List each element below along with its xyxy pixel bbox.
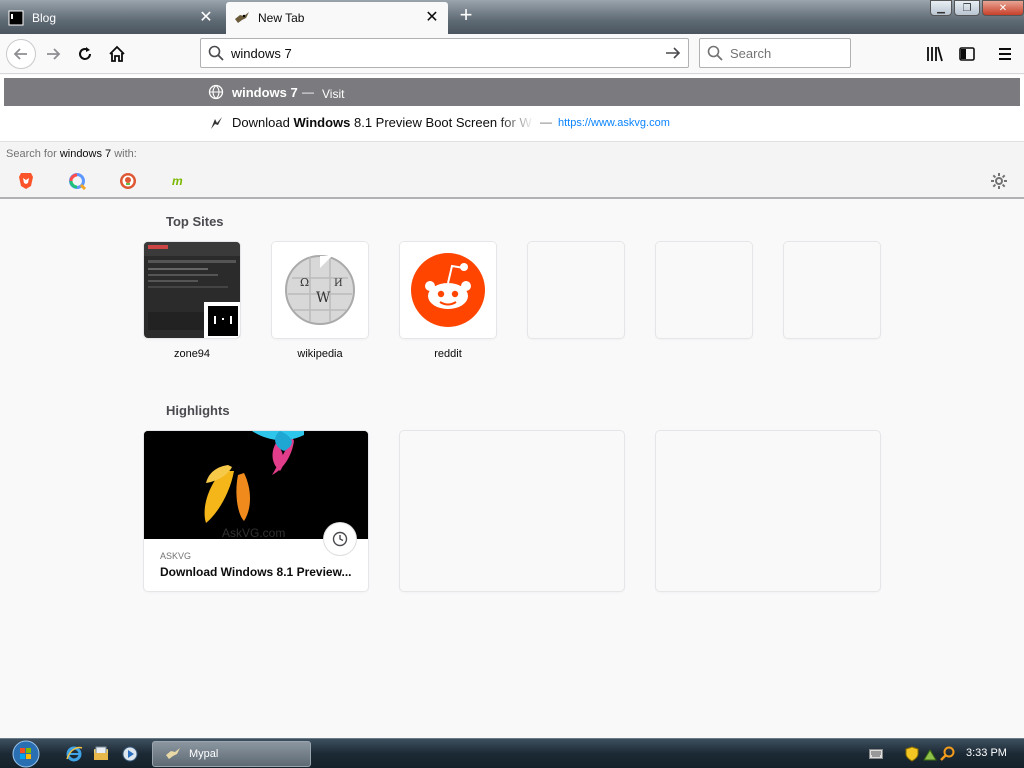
close-tab-icon[interactable]: ✕ xyxy=(424,10,440,26)
one-off-header: Search for windows 7 with: xyxy=(6,148,137,160)
new-tab-button[interactable]: + xyxy=(454,4,478,28)
bird-icon xyxy=(208,115,224,134)
zone94-screenshot xyxy=(144,242,240,338)
highlight-empty-slot xyxy=(656,431,880,591)
globe-icon xyxy=(208,84,224,103)
reload-icon xyxy=(79,47,91,60)
tab-strip: Blog ✕ New Tab ✕ + ▁ ❐ ✕ xyxy=(0,0,1024,34)
taskbar: Mypal 3:33 PM xyxy=(0,738,1024,768)
search-input[interactable] xyxy=(730,45,840,61)
library-icon xyxy=(927,46,943,62)
network-icon[interactable] xyxy=(922,746,938,762)
svg-text:Ω: Ω xyxy=(300,276,309,289)
tab-label: Blog xyxy=(32,11,57,25)
home-icon xyxy=(109,45,125,62)
clock-icon xyxy=(324,523,356,555)
qwant-icon[interactable] xyxy=(66,170,88,192)
suggestion-history-row[interactable]: Download Windows 8.1 Preview Boot Screen… xyxy=(0,109,1024,137)
reddit-icon xyxy=(400,242,496,338)
suggestion-url: https://www.askvg.com xyxy=(558,117,670,129)
top-site-tile-reddit[interactable] xyxy=(400,242,496,338)
start-button[interactable] xyxy=(8,740,44,768)
navigation-bar xyxy=(0,34,1024,74)
suggestion-separator: — xyxy=(540,115,552,129)
top-site-empty-slot[interactable] xyxy=(656,242,752,338)
system-clock[interactable]: 3:33 PM xyxy=(966,747,1007,759)
svg-text:m: m xyxy=(172,174,183,188)
minimize-button[interactable]: ▁ xyxy=(930,0,952,16)
close-window-button[interactable]: ✕ xyxy=(982,0,1024,16)
highlight-card-askvg[interactable]: AskVG.com ASKVG Download Windows 8.1 Pre… xyxy=(144,431,368,591)
url-suggestions-popup: windows 7 — Visit Download Windows 8.1 P… xyxy=(0,75,1024,199)
reload-button[interactable] xyxy=(70,39,100,69)
magnifier-icon[interactable] xyxy=(940,746,956,762)
sidebar-icon xyxy=(959,47,975,61)
task-label: Mypal xyxy=(189,748,219,760)
explorer-folder-icon[interactable] xyxy=(91,744,111,764)
search-icon xyxy=(201,45,231,61)
highlight-source: ASKVG xyxy=(160,551,192,561)
menu-button[interactable] xyxy=(990,39,1020,69)
back-button[interactable] xyxy=(6,39,36,69)
terminal-icon xyxy=(8,10,24,26)
top-site-empty-slot[interactable] xyxy=(528,242,624,338)
go-arrow-icon[interactable] xyxy=(658,45,688,61)
bird-icon xyxy=(234,10,250,26)
one-off-search-bar: Search for windows 7 with: m xyxy=(0,141,1024,197)
hamburger-menu-icon xyxy=(999,48,1011,60)
top-site-label: wikipedia xyxy=(297,348,343,360)
home-button[interactable] xyxy=(102,39,132,69)
sidebar-button[interactable] xyxy=(952,39,982,69)
maximize-button[interactable]: ❐ xyxy=(954,0,980,16)
top-site-empty-slot[interactable] xyxy=(784,242,880,338)
top-sites-heading: Top Sites xyxy=(166,214,224,229)
highlights-heading: Highlights xyxy=(166,403,230,418)
forward-arrow-icon xyxy=(47,48,61,60)
forward-button[interactable] xyxy=(38,39,68,69)
suggestion-separator: — xyxy=(302,85,314,99)
search-settings-gear-icon[interactable] xyxy=(988,170,1010,192)
top-site-tile-zone94[interactable] xyxy=(144,242,240,338)
highlight-empty-slot xyxy=(400,431,624,591)
top-site-tile-wikipedia[interactable]: Ω W И xyxy=(272,242,368,338)
tab-blog[interactable]: Blog ✕ xyxy=(0,2,222,34)
close-tab-icon[interactable]: ✕ xyxy=(198,10,214,26)
tab-label: New Tab xyxy=(258,11,305,25)
tab-new-tab[interactable]: New Tab ✕ xyxy=(226,2,448,34)
internet-explorer-icon[interactable] xyxy=(64,744,84,764)
windows-logo-icon xyxy=(12,740,40,768)
back-arrow-icon xyxy=(13,48,27,60)
bird-icon xyxy=(165,746,181,762)
url-input[interactable] xyxy=(231,45,658,61)
library-button[interactable] xyxy=(920,39,950,69)
shield-icon[interactable] xyxy=(904,746,920,762)
suggestion-visit-row[interactable]: windows 7 — Visit xyxy=(4,78,1020,106)
duckduckgo-icon[interactable] xyxy=(117,170,139,192)
brave-icon[interactable] xyxy=(15,170,37,192)
wikipedia-globe-icon: Ω W И xyxy=(272,242,368,338)
highlight-title: Download Windows 8.1 Preview... xyxy=(160,565,352,579)
media-player-icon[interactable] xyxy=(120,744,140,764)
top-site-label: zone94 xyxy=(173,348,211,360)
suggestion-action: Visit xyxy=(322,87,345,101)
suggestion-title: windows 7 xyxy=(232,84,298,100)
top-site-label: reddit xyxy=(434,348,462,360)
watermark: AskVG.com xyxy=(222,526,285,539)
keyboard-icon[interactable] xyxy=(868,746,884,762)
svg-text:И: И xyxy=(334,278,343,289)
taskbar-task-mypal[interactable]: Mypal xyxy=(152,741,311,767)
suggestion-title: Download Windows 8.1 Preview Boot Screen… xyxy=(232,115,532,130)
search-bar[interactable] xyxy=(699,38,851,68)
mojeek-icon[interactable]: m xyxy=(168,170,190,192)
svg-text:W: W xyxy=(316,290,331,306)
search-icon xyxy=(700,45,730,61)
url-bar[interactable] xyxy=(200,38,689,68)
